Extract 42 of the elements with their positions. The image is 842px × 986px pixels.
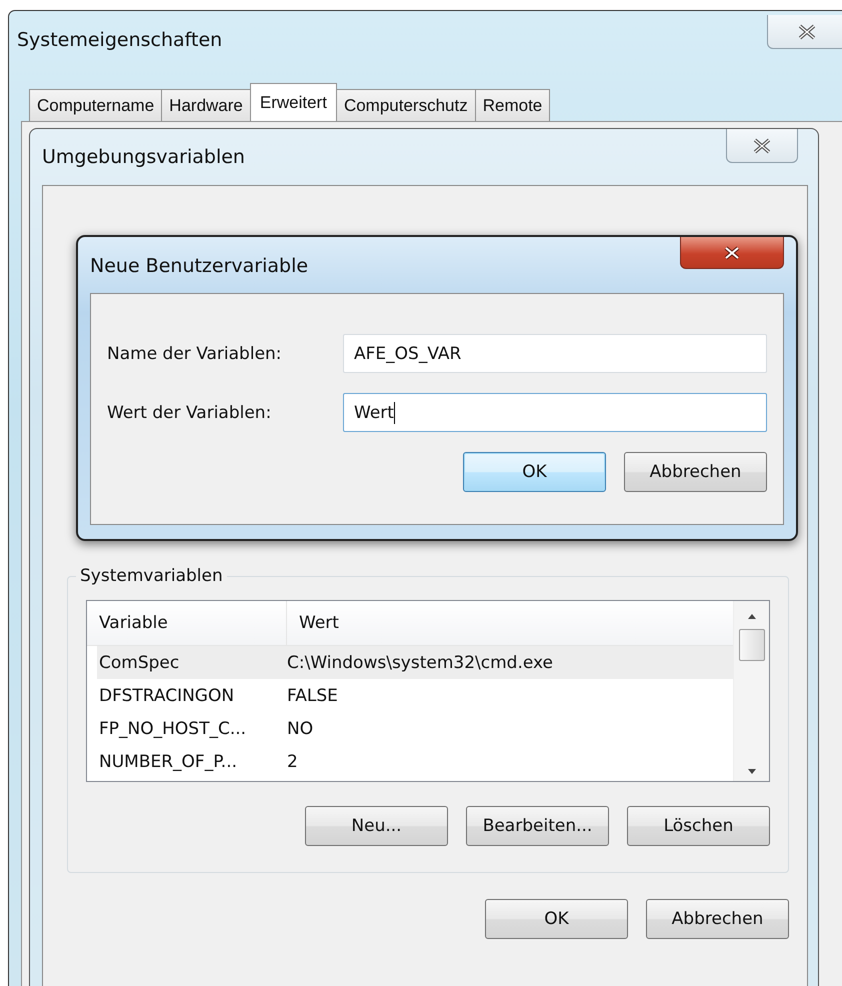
close-button[interactable] bbox=[680, 237, 784, 269]
close-button[interactable] bbox=[767, 15, 842, 49]
scrollbar-thumb[interactable] bbox=[738, 629, 764, 661]
scrollbar[interactable] bbox=[733, 601, 769, 781]
value-cell: 2 bbox=[287, 752, 298, 772]
field-label: Wert der Variablen: bbox=[107, 402, 272, 422]
group-title: Systemvariablen bbox=[79, 566, 224, 586]
close-icon bbox=[797, 24, 817, 40]
dialog-button[interactable]: Abbrechen bbox=[646, 899, 789, 939]
input-field[interactable]: AFE_OS_VAR bbox=[343, 334, 767, 373]
tab[interactable]: Hardware bbox=[161, 89, 251, 121]
window-title: Systemeigenschaften bbox=[17, 29, 222, 51]
dialog-button[interactable]: OK bbox=[485, 899, 628, 939]
variable-cell-text: FP_NO_HOST_C... bbox=[98, 718, 248, 738]
tab[interactable]: Computername bbox=[29, 89, 162, 121]
tab[interactable]: Computerschutz bbox=[336, 89, 476, 121]
tab[interactable]: Erweitert bbox=[250, 83, 337, 121]
variable-cell-text: ComSpec bbox=[98, 652, 180, 672]
column-header[interactable]: Wert bbox=[287, 601, 339, 645]
variable-cell-text: DFSTRACINGON bbox=[98, 686, 236, 706]
column-header[interactable]: Variable bbox=[87, 601, 287, 645]
dialog-button[interactable]: OK bbox=[463, 452, 606, 492]
input-field[interactable]: Wert bbox=[343, 393, 767, 432]
dialog-button[interactable]: Löschen bbox=[627, 806, 770, 846]
list-row[interactable]: FP_NO_HOST_C... NO bbox=[97, 712, 733, 745]
dialog-title: Umgebungsvariablen bbox=[42, 146, 245, 168]
dialog-button[interactable]: Neu... bbox=[305, 806, 448, 846]
close-icon bbox=[722, 244, 742, 260]
value-cell: NO bbox=[287, 718, 314, 738]
close-button[interactable] bbox=[726, 129, 798, 163]
list-row[interactable]: NUMBER_OF_P... 2 bbox=[97, 745, 733, 778]
variable-cell-text: NUMBER_OF_P... bbox=[98, 752, 238, 772]
list-row[interactable]: ComSpec C:\Windows\system32\cmd.exe bbox=[97, 646, 733, 679]
dialog-button[interactable]: Abbrechen bbox=[624, 452, 767, 492]
value-cell: C:\Windows\system32\cmd.exe bbox=[287, 652, 554, 672]
close-icon bbox=[752, 138, 772, 154]
dialog-button[interactable]: Bearbeiten... bbox=[466, 806, 609, 846]
dialog-title: Neue Benutzervariable bbox=[90, 255, 308, 277]
field-label: Name der Variablen: bbox=[107, 344, 283, 364]
tab[interactable]: Remote bbox=[474, 89, 550, 121]
list-row[interactable]: DFSTRACINGON FALSE bbox=[97, 679, 733, 712]
value-cell: FALSE bbox=[287, 686, 338, 706]
